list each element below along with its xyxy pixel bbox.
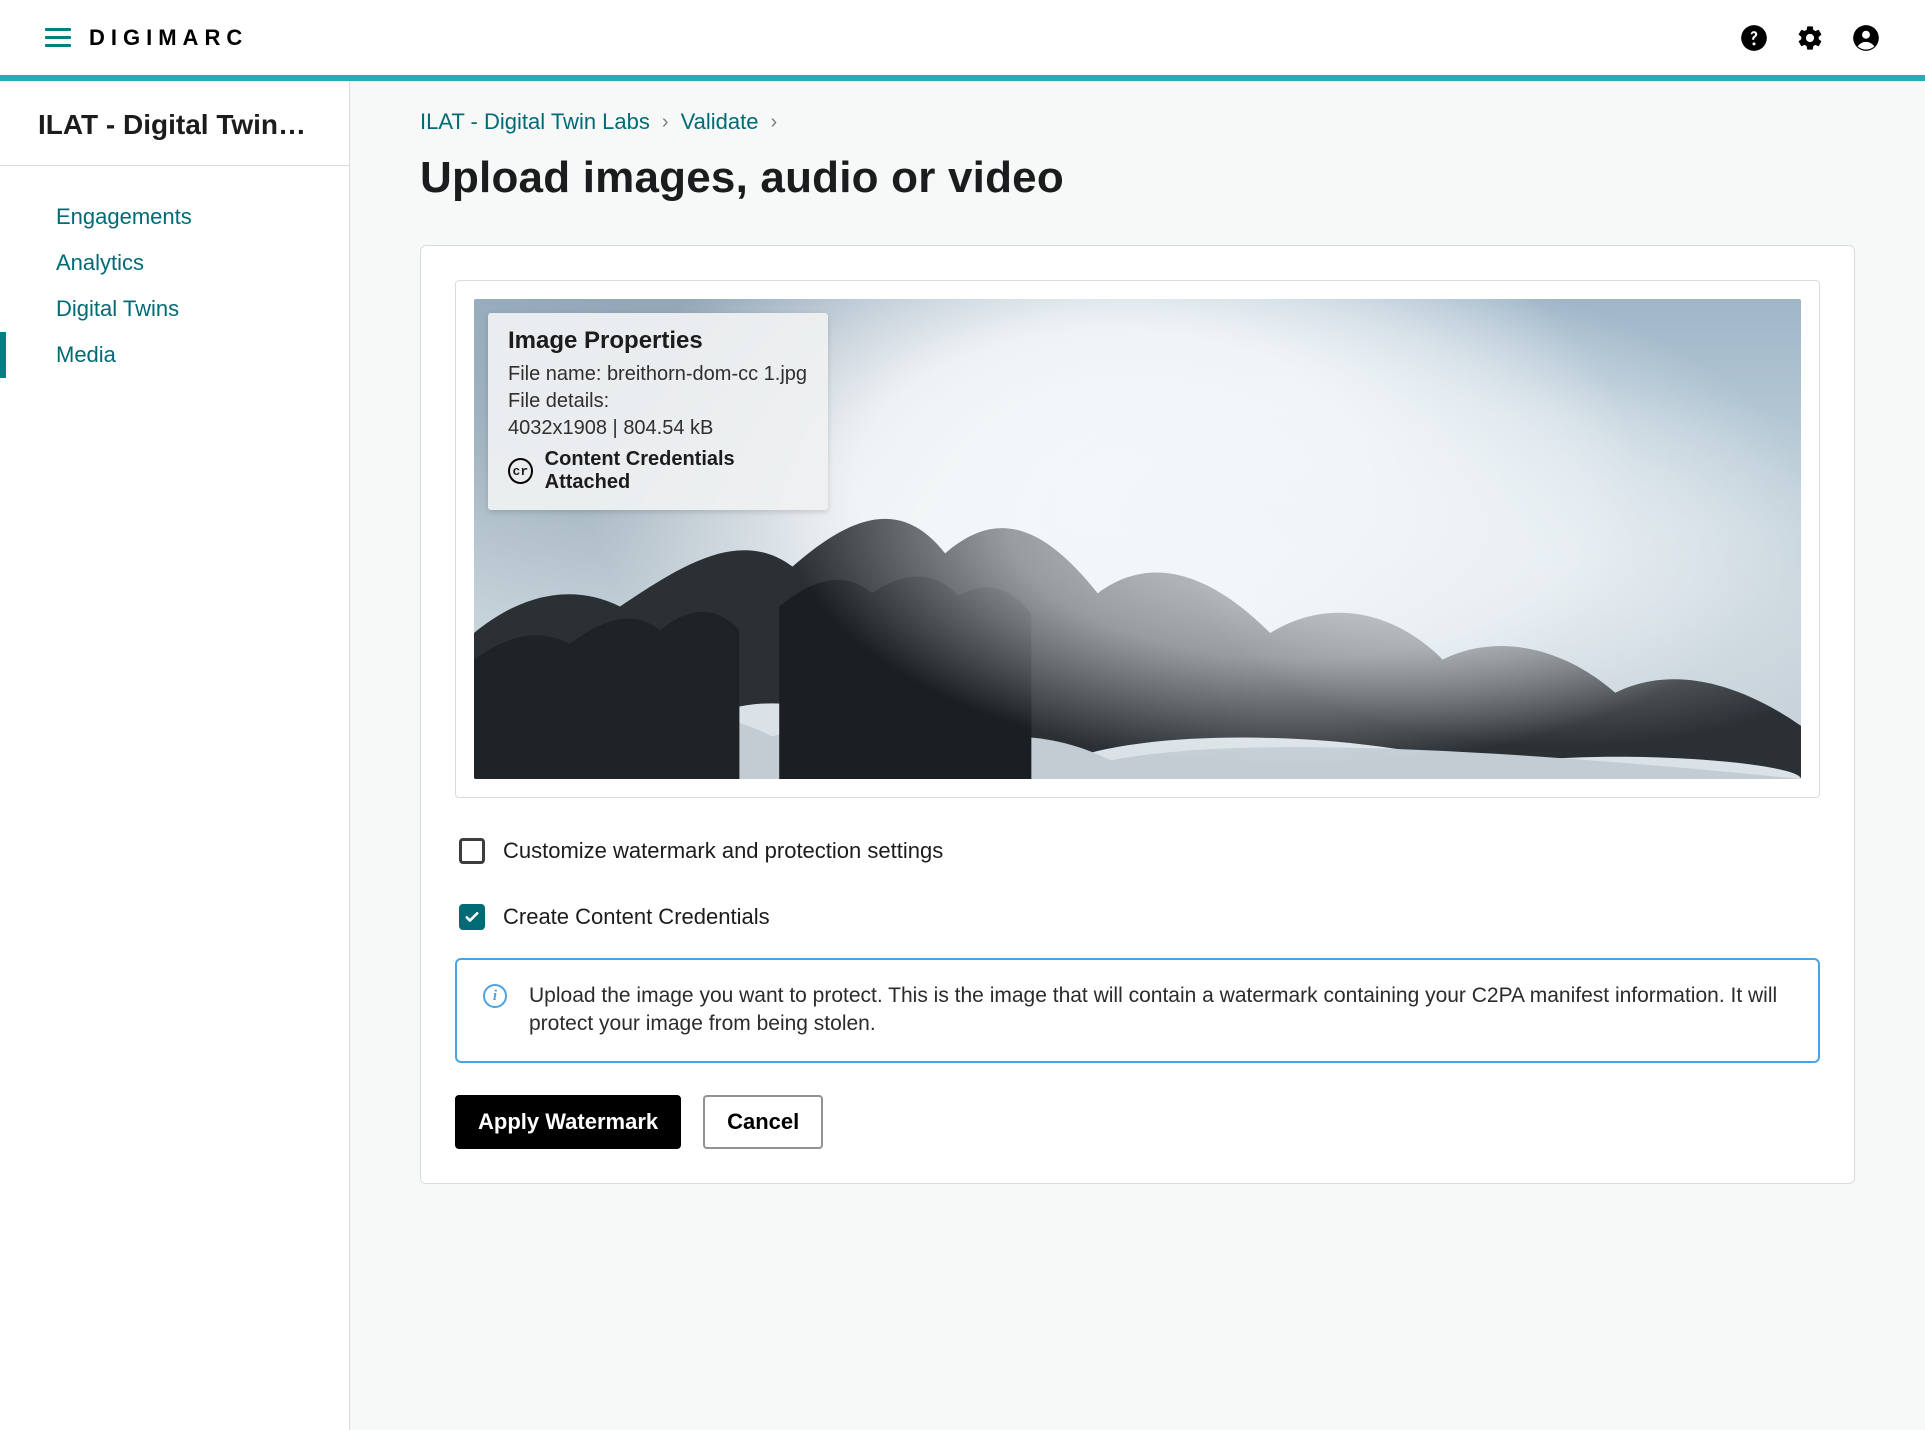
main-content: ILAT - Digital Twin Labs › Validate › Up… — [350, 81, 1925, 1430]
content-credentials-indicator: cr Content Credentials Attached — [508, 448, 808, 494]
chevron-right-icon: › — [770, 111, 777, 134]
image-file-details: 4032x1908 | 804.54 kB — [508, 415, 808, 442]
app-header: DIGIMARC — [0, 0, 1925, 75]
image-illustration — [474, 491, 1801, 779]
account-icon[interactable] — [1852, 24, 1880, 52]
sidebar-item-media[interactable]: Media — [0, 332, 349, 378]
cancel-button[interactable]: Cancel — [703, 1095, 823, 1149]
apply-watermark-button[interactable]: Apply Watermark — [455, 1095, 681, 1149]
sidebar-item-analytics[interactable]: Analytics — [0, 240, 349, 286]
chevron-right-icon: › — [662, 111, 669, 134]
workspace-title: ILAT - Digital Twin L… — [0, 81, 349, 166]
image-properties-panel: Image Properties File name: breithorn-do… — [488, 313, 828, 510]
sidebar: ILAT - Digital Twin L… Engagements Analy… — [0, 81, 350, 1430]
info-text: Upload the image you want to protect. Th… — [529, 982, 1792, 1039]
option-label: Customize watermark and protection setti… — [503, 838, 943, 864]
brand-wordmark: DIGIMARC — [89, 25, 248, 51]
image-preview: Image Properties File name: breithorn-do… — [474, 299, 1801, 779]
info-icon: i — [483, 984, 507, 1008]
image-preview-frame: Image Properties File name: breithorn-do… — [455, 280, 1820, 798]
option-customize-watermark[interactable]: Customize watermark and protection setti… — [459, 838, 1816, 864]
help-icon[interactable] — [1740, 24, 1768, 52]
action-row: Apply Watermark Cancel — [455, 1095, 1820, 1149]
image-file-details-label: File details: — [508, 388, 808, 415]
content-credentials-icon: cr — [508, 458, 533, 484]
sidebar-item-digital-twins[interactable]: Digital Twins — [0, 286, 349, 332]
checkbox-checked-icon[interactable] — [459, 904, 485, 930]
info-banner: i Upload the image you want to protect. … — [455, 958, 1820, 1063]
gear-icon[interactable] — [1796, 24, 1824, 52]
breadcrumb: ILAT - Digital Twin Labs › Validate › — [420, 109, 1855, 135]
breadcrumb-validate[interactable]: Validate — [681, 109, 759, 135]
image-properties-title: Image Properties — [508, 327, 808, 355]
options-section: Customize watermark and protection setti… — [455, 838, 1820, 1149]
sidebar-item-engagements[interactable]: Engagements — [0, 194, 349, 240]
image-file-name: File name: breithorn-dom-cc 1.jpg — [508, 361, 808, 388]
option-label: Create Content Credentials — [503, 904, 770, 930]
page-title: Upload images, audio or video — [420, 153, 1855, 203]
checkbox-unchecked-icon[interactable] — [459, 838, 485, 864]
upload-card: Image Properties File name: breithorn-do… — [420, 245, 1855, 1184]
breadcrumb-workspace[interactable]: ILAT - Digital Twin Labs — [420, 109, 650, 135]
option-create-content-credentials[interactable]: Create Content Credentials — [459, 904, 1816, 930]
menu-toggle[interactable] — [45, 28, 71, 47]
sidebar-nav: Engagements Analytics Digital Twins Medi… — [0, 166, 349, 406]
